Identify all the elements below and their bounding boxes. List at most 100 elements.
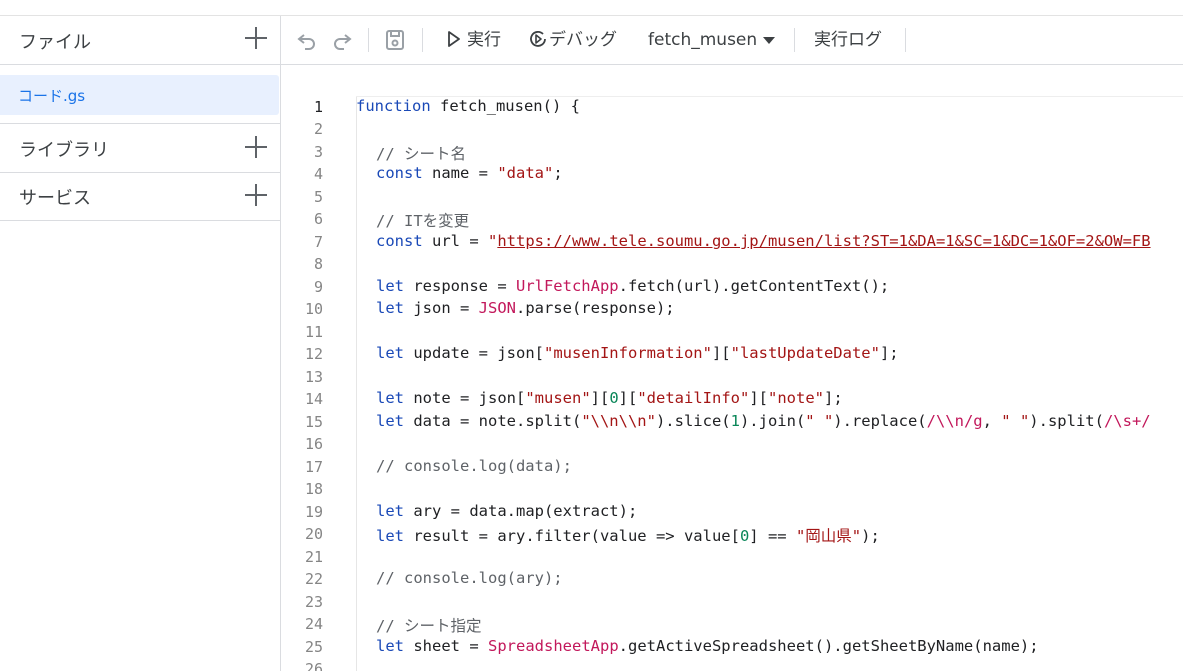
number: 0 bbox=[739, 527, 750, 545]
code-line: // シート名 bbox=[376, 142, 466, 164]
code-line: function fetch_musen() { bbox=[356, 97, 580, 115]
line-number: 16 bbox=[304, 435, 323, 453]
line-number: 19 bbox=[304, 503, 323, 521]
code-text: ).slice( bbox=[655, 412, 731, 430]
debug-button[interactable]: デバッグ bbox=[529, 27, 617, 53]
code-line: // ITを変更 bbox=[376, 209, 469, 231]
string: "note" bbox=[768, 389, 824, 407]
line-number: 10 bbox=[304, 300, 323, 318]
redo-icon[interactable] bbox=[330, 28, 354, 52]
code-text: ).join( bbox=[739, 412, 806, 430]
comment: // ITを変更 bbox=[376, 212, 470, 230]
comment: // console.log(data); bbox=[376, 457, 572, 475]
code-text: data = note.split( bbox=[404, 412, 582, 430]
line-number: 4 bbox=[313, 165, 323, 183]
files-label: ファイル bbox=[19, 32, 91, 53]
code-line: // console.log(data); bbox=[376, 457, 572, 475]
string: "musen" bbox=[525, 389, 591, 407]
code-line: let json = JSON.parse(response); bbox=[376, 299, 675, 317]
add-service-plus-icon[interactable] bbox=[244, 183, 268, 207]
keyword: const bbox=[376, 164, 423, 182]
string: "data" bbox=[497, 164, 554, 182]
run-button[interactable]: 実行 bbox=[447, 27, 501, 53]
divider bbox=[0, 64, 280, 65]
url-link[interactable]: https://www.tele.soumu.go.jp/musen/list?… bbox=[497, 232, 1150, 250]
string: " " bbox=[1001, 412, 1030, 430]
string: "lastUpdateDate" bbox=[730, 344, 880, 362]
function-select[interactable]: fetch_musen bbox=[648, 27, 776, 53]
line-number: 11 bbox=[304, 323, 323, 341]
execution-log-button[interactable]: 実行ログ bbox=[814, 27, 882, 53]
code-text: ).split( bbox=[1029, 412, 1104, 430]
code-text: ]; bbox=[879, 344, 899, 362]
code-text: ]; bbox=[824, 389, 843, 407]
regex: /\s+/ bbox=[1103, 412, 1151, 430]
line-number: 9 bbox=[313, 278, 323, 296]
number: 0 bbox=[609, 389, 619, 407]
code-text: ); bbox=[861, 527, 880, 545]
undo-icon[interactable] bbox=[295, 28, 319, 52]
code-text: ][ bbox=[590, 389, 610, 407]
toolbar-divider bbox=[368, 28, 369, 52]
line-number: 18 bbox=[304, 480, 323, 498]
run-label: 実行 bbox=[467, 30, 501, 50]
toolbar-divider bbox=[422, 28, 423, 52]
toolbar-divider bbox=[794, 28, 795, 52]
code-text: ] == bbox=[749, 527, 796, 545]
line-number: 13 bbox=[304, 368, 323, 386]
keyword: let bbox=[376, 299, 404, 317]
comment: // シート指定 bbox=[376, 617, 482, 635]
code-text: response = bbox=[404, 277, 516, 295]
code-text: url = bbox=[422, 232, 488, 250]
keyword: let bbox=[376, 344, 404, 362]
string: " bbox=[488, 232, 498, 250]
save-icon[interactable] bbox=[383, 28, 407, 52]
line-number: 2 bbox=[313, 120, 323, 138]
line-number: 3 bbox=[313, 143, 323, 161]
keyword: let bbox=[376, 389, 404, 407]
file-item-code-gs[interactable]: コード.gs bbox=[0, 75, 279, 115]
chevron-down-icon bbox=[763, 36, 776, 44]
add-file-plus-icon[interactable] bbox=[244, 26, 268, 50]
line-number: 12 bbox=[304, 345, 323, 363]
code-text: update = json[ bbox=[404, 344, 544, 362]
code-text: ][ bbox=[618, 389, 638, 407]
code-text: name = bbox=[422, 164, 498, 182]
code-line: let note = json["musen"][0]["detailInfo"… bbox=[376, 389, 843, 407]
sidebar: ファイル コード.gs ライブラリ サービス bbox=[0, 16, 280, 671]
code-line: let data = note.split("\\n\\n").slice(1)… bbox=[376, 412, 1151, 430]
code-text: ary = data.map(extract); bbox=[404, 502, 638, 520]
code-line: let response = UrlFetchApp.fetch(url).ge… bbox=[376, 277, 889, 295]
string: " " bbox=[805, 412, 834, 430]
debug-icon bbox=[529, 27, 549, 53]
class-name: JSON bbox=[478, 299, 516, 317]
class-name: SpreadsheetApp bbox=[488, 637, 619, 655]
line-number: 22 bbox=[304, 570, 323, 588]
code-line: let update = json["musenInformation"]["l… bbox=[376, 344, 899, 362]
code-text: ).replace( bbox=[833, 412, 927, 430]
keyword: function bbox=[356, 97, 431, 115]
line-number: 6 bbox=[313, 210, 323, 228]
code-line: const url = "https://www.tele.soumu.go.j… bbox=[376, 232, 1151, 250]
code-line: let sheet = SpreadsheetApp.getActiveSpre… bbox=[376, 637, 1039, 655]
keyword: let bbox=[376, 277, 404, 295]
string: "musenInformation" bbox=[543, 344, 712, 362]
string: "\\n\\n" bbox=[581, 412, 656, 430]
code-text: ; bbox=[553, 164, 563, 182]
line-number: 7 bbox=[313, 233, 323, 251]
line-number: 15 bbox=[304, 413, 323, 431]
keyword: const bbox=[376, 232, 423, 250]
line-number: 5 bbox=[313, 188, 323, 206]
string: "岡山県" bbox=[795, 527, 862, 545]
code-line: let result = ary.filter(value => value[0… bbox=[376, 524, 880, 546]
regex: /\\n/g bbox=[926, 412, 983, 430]
code-text: note = json[ bbox=[404, 389, 526, 407]
add-library-plus-icon[interactable] bbox=[244, 135, 268, 159]
line-number: 24 bbox=[304, 615, 323, 633]
code-editor[interactable]: 1 2 3 4 5 6 7 8 9 10 11 12 13 14 15 16 1… bbox=[281, 65, 1183, 671]
code-text: ][ bbox=[711, 344, 731, 362]
keyword: let bbox=[376, 637, 404, 655]
line-number: 1 bbox=[313, 98, 323, 116]
code-text: .parse(response); bbox=[515, 299, 675, 317]
comment: // console.log(ary); bbox=[376, 569, 563, 587]
